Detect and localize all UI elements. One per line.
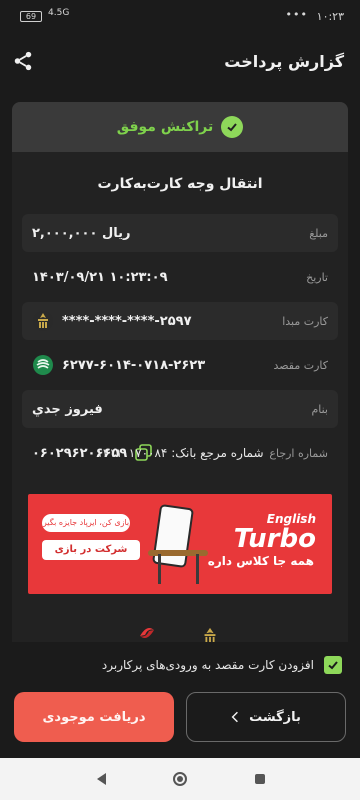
checkbox-check-icon	[328, 661, 338, 670]
battery-icon: 69	[20, 11, 42, 22]
back-button[interactable]: بازگشت	[186, 692, 346, 742]
back-button-label: بازگشت	[249, 709, 301, 725]
bank-reference: شماره مرجع بانک: ۱۲۱۱۰۱۷۰۰۸۴	[96, 446, 264, 460]
get-balance-button[interactable]: دریافت موجودی	[14, 692, 174, 742]
recipient-name: فیروز جدي	[32, 401, 103, 417]
dest-bank-logo-icon	[33, 355, 53, 375]
banner-promo-pill: بازی کن، ایرپاد جایزه بگیر	[42, 514, 130, 532]
notification-dots: •••	[285, 8, 308, 21]
row-key: مبلغ	[309, 226, 328, 240]
chevron-left-icon	[231, 711, 239, 723]
receipt-logos	[12, 622, 348, 642]
success-status: تراکنش موفق	[12, 102, 348, 152]
save-destination-checkbox[interactable]	[324, 656, 342, 674]
date-value: ۱۴۰۳/۰۹/۲۱ ۱۰:۲۳:۰۹	[32, 269, 168, 285]
dest-card-number: ۶۲۷۷-۶۰۱۴-۰۷۱۸-۲۶۲۳	[62, 357, 206, 373]
signal-icon: 4.5G	[48, 8, 70, 18]
row-source-card: کارت مبدا ****-****-****-۲۵۹۷	[22, 302, 338, 340]
nav-home-icon[interactable]	[172, 771, 188, 787]
status-time: ۱۰:۲۳	[316, 10, 344, 23]
page-title: گزارش پرداخت	[224, 52, 344, 71]
transaction-title: انتقال وجه کارت‌به‌کارت	[97, 176, 263, 192]
bank-seal-icon	[204, 627, 216, 642]
ad-banner[interactable]: English Turbo همه جا کلاس داره بازی کن، …	[28, 494, 332, 594]
nav-recents-icon[interactable]	[252, 771, 268, 787]
receipt-card: تراکنش موفق انتقال وجه کارت‌به‌کارت مبلغ…	[12, 102, 348, 642]
row-key: کارت مقصد	[273, 358, 328, 372]
row-amount: مبلغ ۲,۰۰۰,۰۰۰ ریال	[22, 214, 338, 252]
app-header: گزارش پرداخت	[0, 40, 360, 84]
check-mark	[227, 123, 238, 132]
balance-button-label: دریافت موجودی	[42, 709, 146, 725]
share-icon-graphic	[14, 51, 32, 71]
share-icon[interactable]	[12, 50, 34, 72]
row-key: بنام	[311, 402, 328, 416]
source-card-value: ****-****-****-۲۵۹۷	[32, 310, 248, 332]
check-circle-icon	[221, 116, 244, 138]
row-key: تاریخ	[306, 270, 328, 284]
row-name: بنام فیروز جدي	[22, 390, 338, 428]
source-bank-logo-icon	[33, 311, 53, 331]
details-list: مبلغ ۲,۰۰۰,۰۰۰ ریال تاریخ ۱۴۰۳/۰۹/۲۱ ۱۰:…	[12, 214, 348, 478]
row-date: تاریخ ۱۴۰۳/۰۹/۲۱ ۱۰:۲۳:۰۹	[22, 258, 338, 296]
amount-value: ۲,۰۰۰,۰۰۰ ریال	[32, 225, 131, 241]
banner-brand: English Turbo	[234, 512, 316, 552]
brand-turbo: Turbo	[233, 524, 316, 554]
status-bar: 69 4.5G ••• ۱۰:۲۳	[0, 0, 360, 34]
row-dest-card: کارت مقصد ۶۲۷۷-۶۰۱۴-۰۷۱۸-۲۶۲۳	[22, 346, 338, 384]
save-destination-option[interactable]: افزودن کارت مقصد به ورودی‌های پرکاربرد	[12, 656, 342, 674]
row-key: کارت مبدا	[282, 314, 328, 328]
chair-illustration	[148, 550, 208, 556]
banner-slogan: همه جا کلاس داره	[207, 554, 314, 568]
checkbox-label: افزودن کارت مقصد به ورودی‌های پرکاربرد	[101, 658, 314, 672]
nav-back-icon[interactable]	[94, 771, 110, 787]
status-label: تراکنش موفق	[116, 119, 214, 135]
source-card-number: ****-****-****-۲۵۹۷	[62, 313, 192, 329]
chair-leg	[196, 554, 199, 584]
footer: افزودن کارت مقصد به ورودی‌های پرکاربرد ب…	[0, 642, 360, 758]
chair-leg	[158, 554, 161, 584]
banner-cta-button[interactable]: شرکت در بازی	[42, 540, 140, 560]
system-navbar	[0, 758, 360, 800]
app-logo-icon	[140, 628, 154, 638]
dest-card-value: ۶۲۷۷-۶۰۱۴-۰۷۱۸-۲۶۲۳	[32, 354, 248, 376]
